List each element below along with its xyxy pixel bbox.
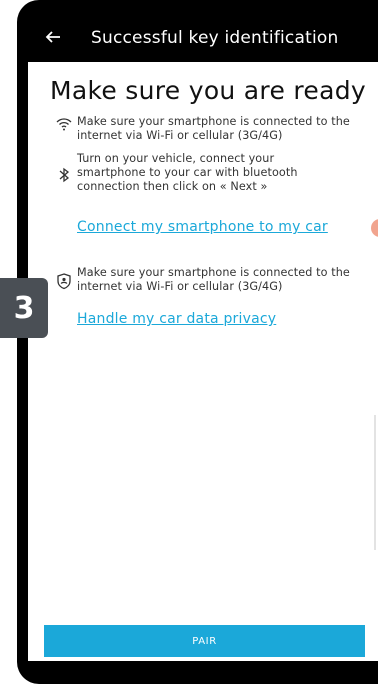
- step-badge: 3: [0, 278, 48, 338]
- bluetooth-requirement: Turn on your vehicle, connect your smart…: [55, 152, 345, 194]
- page-title: Make sure you are ready: [50, 76, 366, 105]
- scroll-divider: [374, 415, 376, 550]
- connect-smartphone-link[interactable]: Connect my smartphone to my car: [77, 219, 328, 235]
- wifi-icon: [55, 115, 73, 133]
- app-header: Successful key identification: [28, 14, 378, 62]
- privacy-text: Make sure your smartphone is connected t…: [77, 266, 350, 293]
- bluetooth-icon: [55, 166, 73, 184]
- wifi-text: Make sure your smartphone is connected t…: [77, 115, 350, 142]
- privacy-requirement: Make sure your smartphone is connected t…: [55, 266, 362, 294]
- wifi-requirement: Make sure your smartphone is connected t…: [55, 115, 362, 143]
- bluetooth-text: Turn on your vehicle, connect your smart…: [77, 152, 298, 193]
- pair-button[interactable]: PAIR: [44, 625, 365, 657]
- back-arrow-icon[interactable]: [45, 28, 69, 48]
- shield-user-icon: [55, 272, 73, 290]
- header-title: Successful key identification: [91, 28, 339, 48]
- privacy-link[interactable]: Handle my car data privacy: [77, 311, 276, 327]
